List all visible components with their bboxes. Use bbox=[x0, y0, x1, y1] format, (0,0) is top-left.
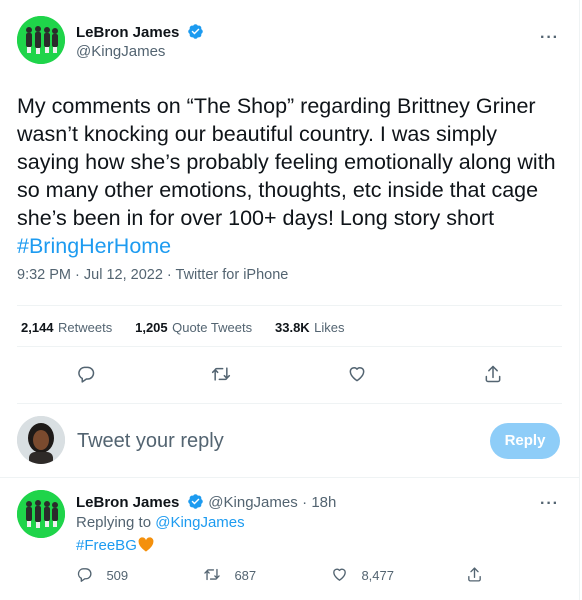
author-avatar[interactable] bbox=[17, 16, 65, 64]
retweet-icon bbox=[204, 568, 220, 581]
reply-button[interactable] bbox=[76, 364, 96, 389]
author-name-row: LeBron James bbox=[76, 23, 204, 42]
replying-to-label: Replying to bbox=[76, 514, 156, 531]
more-icon[interactable]: ··· bbox=[540, 29, 559, 47]
likes-count: 33.8K bbox=[275, 320, 310, 335]
reply-author-handle[interactable]: @KingJames bbox=[208, 494, 297, 511]
retweet-count: 687 bbox=[234, 568, 257, 583]
heart-icon bbox=[349, 367, 365, 382]
submit-reply-button[interactable]: Reply bbox=[490, 423, 560, 459]
reply-input[interactable]: Tweet your reply bbox=[77, 430, 224, 453]
avatar-image bbox=[17, 16, 65, 64]
tweet-text: My comments on “The Shop” regarding Brit… bbox=[17, 92, 565, 260]
share-icon bbox=[468, 567, 481, 582]
likes-stat[interactable]: 33.8K Likes bbox=[275, 319, 345, 336]
reply-count: 509 bbox=[106, 568, 129, 583]
likes-label: Likes bbox=[314, 320, 345, 335]
replying-to-handle[interactable]: @KingJames bbox=[155, 514, 244, 531]
tweet-hashtag-link[interactable]: #BringHerHome bbox=[17, 234, 171, 258]
reply-text: #FreeBG bbox=[76, 537, 154, 554]
reply-time[interactable]: · 18h bbox=[302, 494, 336, 511]
retweets-label: Retweets bbox=[58, 320, 113, 335]
reply-more-icon[interactable]: ··· bbox=[540, 495, 559, 513]
quote-tweets-stat[interactable]: 1,205 Quote Tweets bbox=[135, 319, 256, 336]
replying-to: Replying to @KingJames bbox=[76, 514, 245, 531]
user-avatar-image bbox=[17, 416, 65, 464]
retweets-count: 2,144 bbox=[21, 320, 54, 335]
reply-icon bbox=[77, 568, 92, 582]
tweet-thread: LeBron James @KingJames ··· My comments … bbox=[0, 0, 580, 600]
author-handle[interactable]: @KingJames bbox=[76, 43, 165, 60]
author-name[interactable]: LeBron James bbox=[76, 24, 179, 41]
divider bbox=[17, 305, 562, 306]
share-button[interactable] bbox=[483, 364, 503, 389]
reply-author-name[interactable]: LeBron James bbox=[76, 494, 179, 511]
reply-share-button[interactable] bbox=[466, 566, 483, 588]
retweet-button[interactable] bbox=[211, 364, 231, 389]
reply-avatar-image bbox=[17, 490, 65, 538]
verified-badge-icon bbox=[188, 24, 203, 39]
reply-author-avatar[interactable] bbox=[17, 490, 65, 538]
orange-heart-emoji bbox=[138, 537, 154, 552]
tweet-body: My comments on “The Shop” regarding Brit… bbox=[17, 94, 556, 230]
reply-header: LeBron James @KingJames · 18h bbox=[76, 493, 336, 512]
share-icon bbox=[485, 365, 501, 383]
divider bbox=[17, 403, 562, 404]
retweets-stat[interactable]: 2,144 Retweets bbox=[21, 319, 117, 336]
reply-reply-button[interactable]: 509 bbox=[76, 566, 128, 585]
divider bbox=[17, 346, 562, 347]
tweet-stats: 2,144 Retweets 1,205 Quote Tweets 33.8K … bbox=[21, 319, 345, 337]
reply-hashtag-link[interactable]: #FreeBG bbox=[76, 537, 137, 554]
reply-like-button[interactable]: 8,477 bbox=[331, 566, 394, 585]
quote-tweets-label: Quote Tweets bbox=[172, 320, 253, 335]
quote-tweets-count: 1,205 bbox=[135, 320, 168, 335]
reply-icon bbox=[78, 366, 95, 383]
like-button[interactable] bbox=[347, 364, 367, 389]
like-count: 8,477 bbox=[361, 568, 394, 583]
tweet-timestamp[interactable]: 9:32 PM · Jul 12, 2022 · Twitter for iPh… bbox=[17, 267, 288, 283]
user-avatar[interactable] bbox=[17, 416, 65, 464]
divider bbox=[0, 477, 579, 478]
heart-icon bbox=[333, 568, 346, 581]
reply-retweet-button[interactable]: 687 bbox=[203, 566, 256, 585]
verified-badge-icon bbox=[188, 494, 203, 509]
retweet-icon bbox=[211, 367, 231, 381]
